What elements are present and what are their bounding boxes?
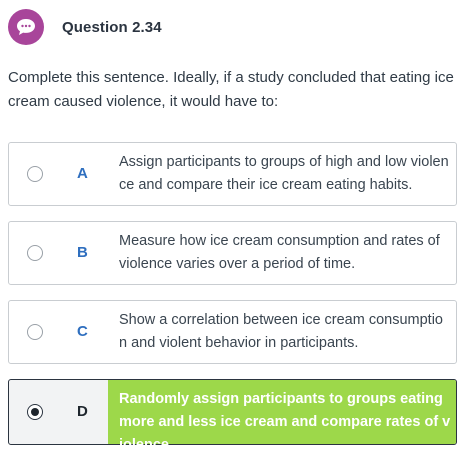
option-c[interactable]: C Show a correlation between ice cream c… — [8, 300, 457, 364]
option-d[interactable]: D Randomly assign participants to groups… — [8, 379, 457, 453]
option-text: Assign participants to groups of high an… — [119, 154, 449, 193]
radio-button[interactable] — [27, 245, 43, 261]
question-title: Question 2.34 — [62, 18, 162, 36]
speech-bubble-icon — [8, 9, 44, 45]
option-b[interactable]: B Measure how ice cream consumption and … — [8, 221, 457, 285]
option-a[interactable]: A Assign participants to groups of high … — [8, 142, 457, 206]
option-text: Show a correlation between ice cream con… — [119, 312, 443, 351]
radio-button-selected[interactable] — [27, 404, 43, 420]
question-header: Question 2.34 — [8, 9, 162, 45]
option-text: Measure how ice cream consumption and ra… — [119, 233, 440, 272]
radio-button[interactable] — [27, 166, 43, 182]
option-letter: D — [77, 403, 88, 420]
option-letter: C — [77, 323, 88, 340]
radio-button[interactable] — [27, 324, 43, 340]
option-text: Randomly assign participants to groups e… — [119, 391, 451, 453]
option-letter: B — [77, 244, 88, 261]
question-page: Question 2.34 Complete this sentence. Id… — [0, 0, 470, 460]
question-prompt: Complete this sentence. Ideally, if a st… — [8, 69, 454, 110]
option-letter: A — [77, 165, 88, 182]
